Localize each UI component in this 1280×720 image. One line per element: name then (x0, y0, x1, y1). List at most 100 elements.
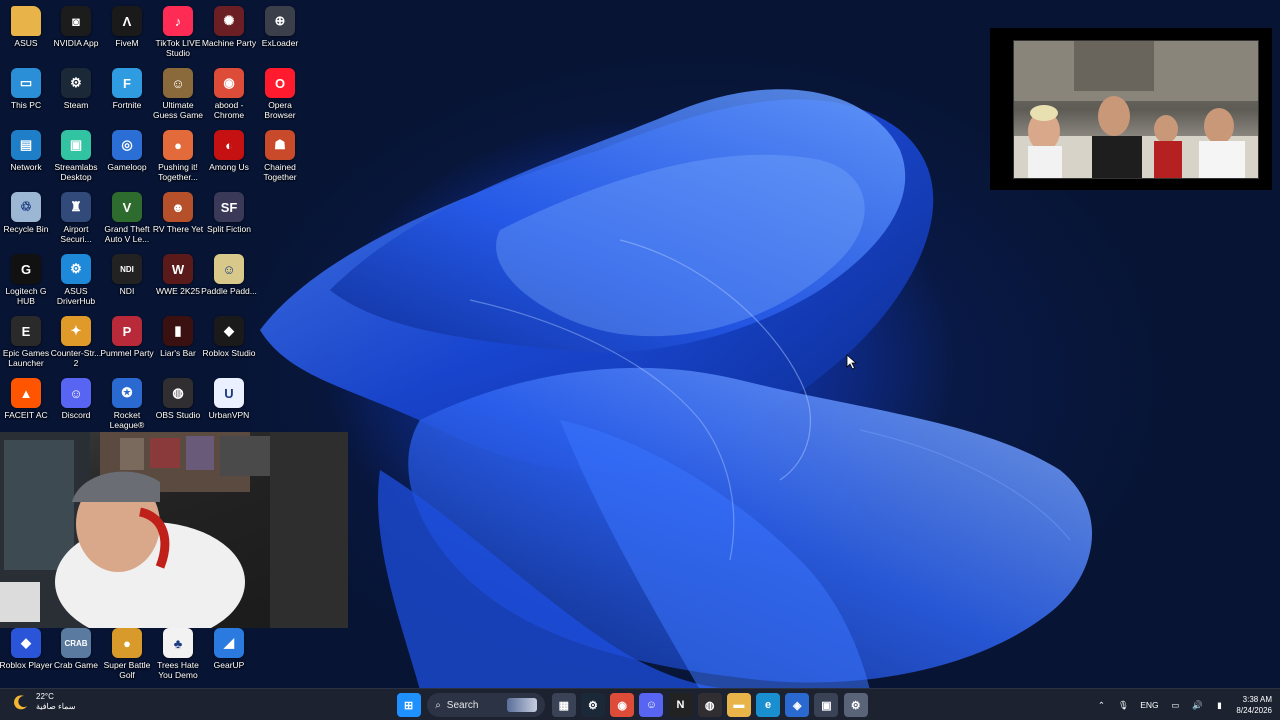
ndi-taskbar-icon[interactable]: N (668, 693, 693, 717)
volume-icon[interactable]: 🔊 (1188, 696, 1206, 714)
webcam-overlay-streamer (0, 432, 348, 628)
discord-icon: ☺ (61, 378, 91, 408)
desktop-icon[interactable]: ◆ Roblox Studio (203, 314, 255, 376)
file-explorer-tasks-icon[interactable]: ▦ (551, 693, 576, 717)
windows-start-icon[interactable]: ⊞ (396, 693, 421, 717)
taskbar: 22°C سماء صافية ⊞ ⌕ Search ▦ ⚙ ◉ ☺ N ◍ ▬ e ◈ ▣ ⚙ ⌃ 🎙 … (0, 688, 1280, 720)
monitor-icon: ▭ (11, 68, 41, 98)
search-highlight-icon (507, 698, 538, 712)
desktop-icon[interactable]: ▮ Liar's Bar (152, 314, 204, 376)
steam-taskbar-icon[interactable]: ⚙ (580, 693, 605, 717)
ultimate-guess-icon: ☺ (163, 68, 193, 98)
desktop-icon[interactable]: ● Pushing it! Together... (152, 128, 204, 190)
weather-temperature: 22°C (36, 692, 54, 701)
opera-icon: O (265, 68, 295, 98)
desktop-icon[interactable]: V Grand Theft Auto V Le... (101, 190, 153, 252)
discord-taskbar-icon[interactable]: ☺ (639, 693, 664, 717)
settings-taskbar-icon[interactable]: ⚙ (843, 693, 868, 717)
desktop-icon[interactable]: ♪ TikTok LIVE Studio (152, 4, 204, 66)
desktop-icon[interactable]: ◎ Gameloop (101, 128, 153, 190)
desktop-icon[interactable]: O Opera Browser (254, 66, 306, 128)
store-taskbar-icon[interactable]: ◈ (785, 693, 810, 717)
system-tray: ⌃ 🎙 ENG ▭ 🔊 ▮ 3:38 AM 8/24/2026 (1090, 689, 1280, 720)
desktop-icon-label: Roblox Studio (202, 348, 256, 358)
desktop-icon[interactable]: ● Super Battle Golf (101, 626, 153, 688)
weather-widget[interactable]: 22°C سماء صافية (12, 692, 76, 712)
battery-icon[interactable]: ▮ (1210, 696, 1228, 714)
folder-taskbar-icon[interactable]: ▬ (726, 693, 751, 717)
desktop-icon[interactable]: ☗ Chained Together (254, 128, 306, 190)
desktop-icon[interactable]: ▭ This PC (0, 66, 52, 128)
desktop-icon[interactable]: ♜ Airport Securi... (50, 190, 102, 252)
obs-taskbar-icon[interactable]: ◍ (697, 693, 722, 717)
desktop-icon[interactable]: E Epic Games Launcher (0, 314, 52, 376)
desktop-icon[interactable]: ♣ Trees Hate You Demo (152, 626, 204, 688)
desktop-icon[interactable]: ▣ Streamlabs Desktop (50, 128, 102, 190)
logitech-icon: G (11, 254, 41, 284)
machine-party-icon: ✺ (214, 6, 244, 36)
liars-bar-icon: ▮ (163, 316, 193, 346)
desktop-icon-label: Fortnite (112, 100, 142, 110)
desktop-icon[interactable]: ◆ Roblox Player (0, 626, 52, 688)
trees-hate-you-icon: ♣ (163, 628, 193, 658)
desktop-icon[interactable]: ☺ Paddle Padd... (201, 252, 257, 314)
desktop-icon[interactable]: P Pummel Party (100, 314, 154, 376)
chevron-up-icon[interactable]: ⌃ (1092, 696, 1110, 714)
desktop-icon-label: Discord (61, 410, 91, 420)
desktop-icon-label: TikTok LIVE Studio (155, 38, 201, 58)
desktop-icon[interactable]: ◙ NVIDIA App (50, 4, 102, 66)
desktop-icon[interactable]: ◢ GearUP (203, 626, 255, 688)
desktop-icon-label: RV There Yet (152, 224, 204, 234)
desktop-icon-label: NDI (119, 286, 135, 296)
desktop-icon-label: Recycle Bin (3, 224, 49, 234)
wwe-icon: W (163, 254, 193, 284)
desktop-icon[interactable]: ✦ Counter-Str... 2 (50, 314, 102, 376)
language-indicator[interactable]: ENG (1136, 696, 1162, 714)
desktop-icon[interactable]: ◉ abood - Chrome (203, 66, 255, 128)
edge-taskbar-icon[interactable]: e (756, 693, 781, 717)
gameloop-icon: ◎ (112, 130, 142, 160)
desktop-icon[interactable]: G Logitech G HUB (0, 252, 52, 314)
desktop-icon[interactable]: ☻ RV There Yet (152, 190, 204, 252)
desktop-icon[interactable]: ▲ FACEIT AC (0, 376, 52, 438)
desktop-icon[interactable]: ⚙ Steam (50, 66, 102, 128)
desktop-icon[interactable]: ⊕ ExLoader (254, 4, 306, 66)
desktop-icon-label: WWE 2K25 (156, 286, 200, 296)
desktop-icon[interactable]: ASUS (0, 4, 52, 66)
webcam-video-frame (0, 432, 348, 628)
network-icon[interactable]: ▭ (1166, 696, 1184, 714)
desktop-icon[interactable]: ✺ Machine Party (202, 4, 256, 66)
desktop-icon[interactable]: ⚙ ASUS DriverHub (50, 252, 102, 314)
chrome-icon: ◉ (214, 68, 244, 98)
pummel-party-icon: P (112, 316, 142, 346)
desktop-icon-label: FACEIT AC (4, 410, 48, 420)
desktop-icon[interactable]: ♲ Recycle Bin (0, 190, 52, 252)
desktop-icon-label: Trees Hate You Demo (157, 660, 199, 680)
desktop-icon[interactable]: U UrbanVPN (203, 376, 255, 438)
desktop-icon[interactable]: NDI NDI (101, 252, 153, 314)
tiktok-icon: ♪ (163, 6, 193, 36)
desktop-icon[interactable]: ◐ Among Us (203, 128, 255, 190)
chrome-taskbar-icon[interactable]: ◉ (610, 693, 635, 717)
desktop-icon[interactable]: ◍ OBS Studio (152, 376, 204, 438)
search-box[interactable]: ⌕ Search (427, 693, 546, 717)
desktop-icon[interactable]: CRAB Crab Game (50, 626, 102, 688)
calendar-taskbar-icon[interactable]: ▣ (814, 693, 839, 717)
gta-icon: V (112, 192, 142, 222)
desktop-icon-label: FiveM (115, 38, 139, 48)
desktop-icon-label: ASUS (14, 38, 38, 48)
microphone-icon[interactable]: 🎙 (1114, 696, 1132, 714)
pushing-it-icon: ● (163, 130, 193, 160)
desktop-icon[interactable]: W WWE 2K25 (152, 252, 204, 314)
desktop-icon[interactable]: SF Split Fiction (203, 190, 255, 252)
ndi-icon: NDI (112, 254, 142, 284)
desktop-icon[interactable]: F Fortnite (101, 66, 153, 128)
counter-strike-icon: ✦ (61, 316, 91, 346)
desktop-icon[interactable]: ☺ Ultimate Guess Game (152, 66, 204, 128)
desktop-icon-label: abood - Chrome (213, 100, 245, 120)
desktop-icon[interactable]: ☺ Discord (50, 376, 102, 438)
desktop-icon[interactable]: Λ FiveM (101, 4, 153, 66)
desktop-icon[interactable]: ▤ Network (0, 128, 52, 190)
clock[interactable]: 3:38 AM 8/24/2026 (1236, 694, 1272, 716)
desktop-icon[interactable]: ✪ Rocket League® (101, 376, 153, 438)
